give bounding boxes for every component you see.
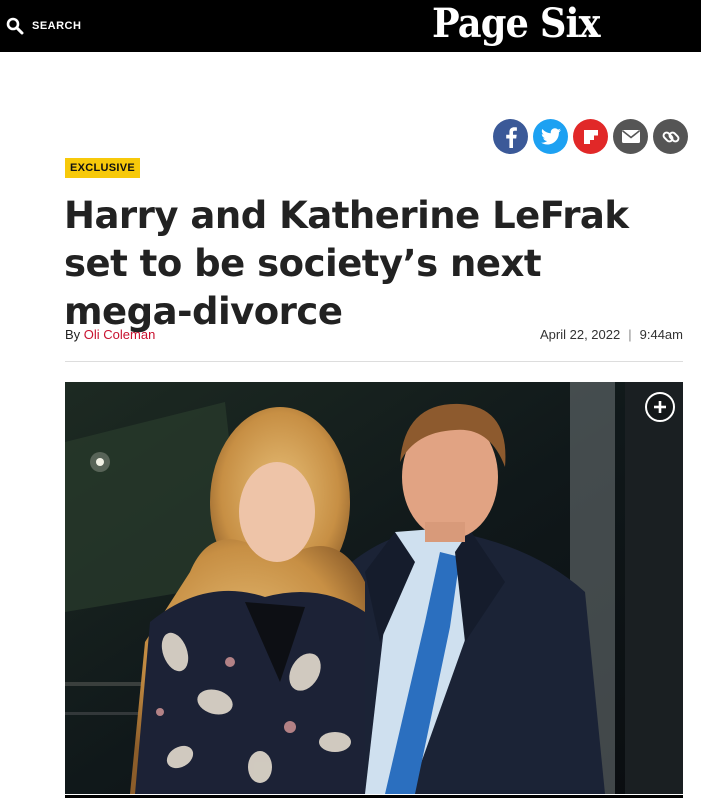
- share-buttons: [493, 119, 688, 154]
- facebook-icon: [505, 126, 517, 148]
- expand-plus-icon: [654, 401, 666, 413]
- byline-prefix: By: [65, 327, 81, 342]
- top-navigation-bar: SEARCH Page Six: [0, 0, 701, 52]
- flipboard-icon: [583, 129, 598, 144]
- header-divider: [65, 361, 683, 362]
- date-separator: |: [628, 327, 632, 342]
- flipboard-share-button[interactable]: [573, 119, 608, 154]
- search-label: SEARCH: [32, 20, 82, 32]
- author-link[interactable]: Oli Coleman: [84, 327, 156, 342]
- twitter-icon: [540, 128, 561, 145]
- publish-date: April 22, 2022: [540, 327, 621, 342]
- couple-photo-illustration: [65, 382, 683, 794]
- page-six-logo[interactable]: Page Six: [432, 0, 601, 48]
- publish-dateline: April 22, 2022 | 9:44am: [540, 327, 683, 342]
- article-headline: Harry and Katherine LeFrak set to be soc…: [64, 194, 629, 333]
- email-share-button[interactable]: [613, 119, 648, 154]
- search-button[interactable]: SEARCH: [6, 15, 81, 37]
- search-icon: [6, 17, 24, 35]
- byline: By Oli Coleman: [65, 327, 155, 342]
- expand-photo-button[interactable]: [645, 392, 675, 422]
- email-icon: [621, 130, 640, 143]
- exclusive-badge[interactable]: EXCLUSIVE: [65, 158, 141, 178]
- copy-link-button[interactable]: [653, 119, 688, 154]
- facebook-share-button[interactable]: [493, 119, 528, 154]
- article-photo[interactable]: [65, 382, 683, 794]
- publish-time: 9:44am: [639, 327, 683, 342]
- photo-bottom-rule: [65, 795, 683, 798]
- twitter-share-button[interactable]: [533, 119, 568, 154]
- link-icon: [662, 131, 679, 142]
